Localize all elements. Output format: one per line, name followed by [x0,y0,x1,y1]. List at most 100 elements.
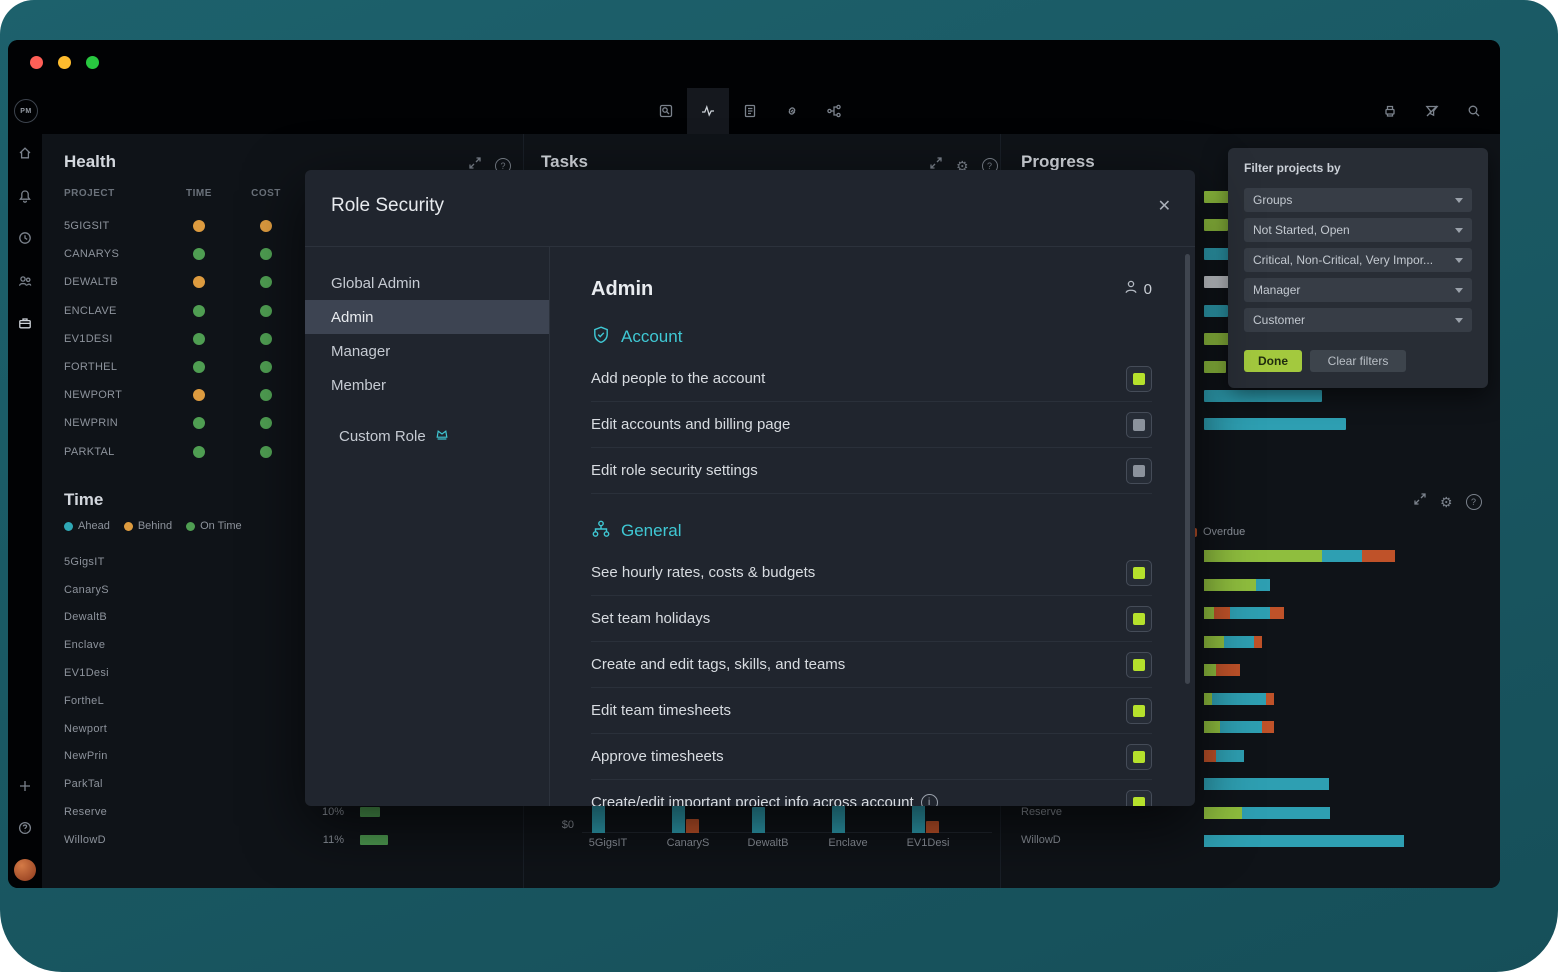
y-axis-zero: $0 [561,819,574,831]
close-button[interactable] [30,56,43,69]
permission-checkbox[interactable] [1126,458,1152,484]
permission-row: Create and edit tags, skills, and teams [591,642,1152,688]
chevron-down-icon [1455,197,1463,203]
printer-icon[interactable] [1369,88,1411,134]
projects-icon[interactable] [17,315,33,331]
late-row-bars [1204,749,1244,762]
titlebar: PM [8,40,1500,136]
late-row-label: Reserve [1021,805,1062,818]
modal-content: Admin 0 Account Add people to the account… [591,274,1152,806]
filter-dropdown[interactable]: Critical, Non-Critical, Very Impor... [1244,248,1472,272]
filter-dropdown[interactable]: Groups [1244,188,1472,212]
x-axis-label: DewaltB [747,837,789,849]
clear-filters-button[interactable]: Clear filters [1310,350,1406,372]
role-nav-item[interactable]: Admin [305,300,549,334]
role-nav-item[interactable]: Manager [305,334,549,368]
board-search-icon[interactable] [645,88,687,134]
dropdown-value: Not Started, Open [1253,223,1350,237]
permission-row: Set team holidays [591,596,1152,642]
member-count-value: 0 [1143,280,1152,298]
permission-row: Edit role security settings [591,448,1152,494]
chevron-down-icon [1455,257,1463,263]
late-row-bars [1204,635,1262,648]
toolbar-right [1369,88,1495,134]
toolbar-center [645,88,855,136]
chevron-down-icon [1455,317,1463,323]
permission-label: Set team holidays [591,610,711,627]
role-nav-item[interactable]: Member [305,368,549,402]
permission-row: Edit accounts and billing page [591,402,1152,448]
progress-bar [1204,304,1228,317]
close-icon[interactable]: ✕ [1158,196,1171,216]
progress-bar [1204,247,1230,260]
permission-checkbox[interactable] [1126,790,1152,806]
modal-title: Role Security [331,195,444,216]
permission-label: See hourly rates, costs & budgets [591,564,816,581]
clock-icon[interactable] [17,230,33,246]
late-row-bars [1204,692,1274,705]
permission-label: Approve timesheets [591,748,724,765]
section-header: Account [591,324,1152,350]
dropdown-value: Critical, Non-Critical, Very Impor... [1253,253,1434,267]
progress-title: Progress [1021,152,1095,171]
checkbox-fill [1133,705,1145,717]
permission-checkbox[interactable] [1126,412,1152,438]
checkbox-fill [1133,373,1145,385]
progress-bar [1204,219,1228,232]
bar-segment [1216,664,1240,676]
late-row-bars [1204,550,1395,562]
permission-row: Add people to the account [591,356,1152,402]
workflow-icon[interactable] [813,88,855,134]
minimize-button[interactable] [58,56,71,69]
section-title: General [621,521,682,540]
modal-header-divider [305,246,1195,247]
done-button[interactable]: Done [1244,350,1302,372]
people-icon[interactable] [17,273,33,289]
task-column [926,821,939,833]
permission-checkbox[interactable] [1126,606,1152,632]
role-nav-item[interactable]: Global Admin [305,266,549,300]
app-logo[interactable]: PM [14,99,38,123]
late-row-bars [1204,835,1404,847]
expand-icon[interactable] [1413,492,1427,511]
permission-checkbox[interactable] [1126,560,1152,586]
late-row-label: WillowD [1021,834,1061,846]
permission-label: Create/edit important project info acros… [591,794,914,806]
bell-icon[interactable] [17,188,33,204]
permission-label: Create and edit tags, skills, and teams [591,656,846,673]
dropdown-value: Customer [1253,313,1306,327]
activity-icon[interactable] [687,88,729,136]
x-axis-label: EV1Desi [906,837,950,849]
late-row-bars [1204,778,1329,790]
help-circle-icon[interactable] [1465,493,1482,510]
role-heading-row: Admin 0 [591,274,1152,304]
filter-clear-icon[interactable] [1411,88,1453,134]
bar-segment [1204,692,1212,705]
bar-segment [1270,607,1284,619]
progress-bar [1204,418,1346,431]
progress-bar [1204,361,1226,374]
filter-dropdown[interactable]: Manager [1244,278,1472,302]
scrollbar-thumb[interactable] [1185,254,1190,684]
zoom-button[interactable] [86,56,99,69]
home-icon[interactable] [17,145,33,161]
bar-segment [1362,550,1395,562]
permission-checkbox[interactable] [1126,744,1152,770]
late-row-bars [1204,607,1284,619]
avatar[interactable] [14,859,36,881]
filter-dropdown[interactable]: Not Started, Open [1244,218,1472,242]
gear-icon[interactable] [1440,495,1453,509]
permission-checkbox[interactable] [1126,698,1152,724]
notebook-icon[interactable] [729,88,771,134]
permission-checkbox[interactable] [1126,366,1152,392]
link-icon[interactable] [771,88,813,134]
permission-checkbox[interactable] [1126,652,1152,678]
org-icon [591,519,611,544]
search-icon[interactable] [1453,88,1495,134]
permission-row: Edit team timesheets [591,688,1152,734]
section-title: Account [621,327,683,346]
help-icon[interactable] [17,820,33,836]
plus-icon[interactable] [17,778,33,794]
filter-dropdown[interactable]: Customer [1244,308,1472,332]
custom-role-button[interactable]: Custom Role [331,426,450,446]
